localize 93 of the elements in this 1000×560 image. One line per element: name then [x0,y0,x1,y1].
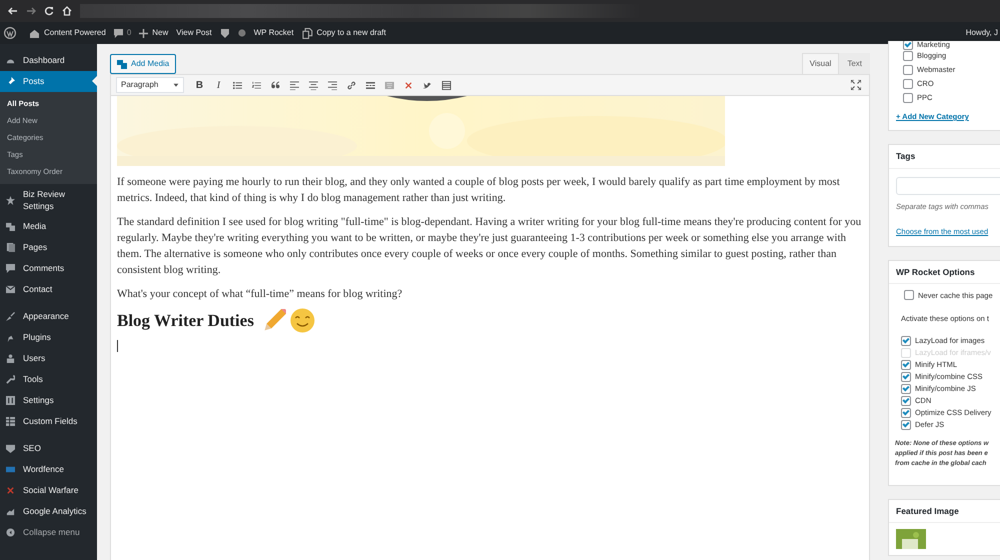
rocket-link[interactable]: WP Rocket [254,27,294,39]
fullscreen-icon[interactable] [851,80,861,90]
heading: Blog Writer Duties [117,310,254,332]
menu-item[interactable]: Comments [0,258,97,279]
home-icon[interactable] [62,6,72,16]
checkbox[interactable] [904,290,914,300]
forward-icon[interactable] [26,6,36,16]
panel-title: Tags [889,145,1000,169]
collapse-icon [6,528,15,537]
site-link[interactable]: Content Powered [44,27,106,39]
menu-item[interactable]: Custom Fields [0,411,97,432]
menu-item[interactable]: Posts [0,71,97,92]
checkbox[interactable] [903,65,913,75]
comment-count[interactable]: 0 [126,27,132,39]
copy-icon [302,28,313,38]
media-icon [117,59,127,69]
paragraph: The standard definition I see used for blog writing "full-time" is blog-dependant. Having a writer writing for your blog full-time means they're producing content for you regularly. Maybe they're writing everything you want to be written, or maybe they're just guaranteeing 1-3 contributions per week or something else you arrange with them. The alternative is someone who only contributes once every couple of weeks or once every couple of months. Something similar to guest posting, rather than consistent blog writing. [117,215,862,278]
bulleted-list-icon[interactable] [233,80,242,90]
align-left-icon[interactable] [290,80,299,90]
bold-button[interactable]: B [190,76,209,94]
menu-item[interactable]: Google Analytics [0,501,97,522]
checkbox[interactable] [901,372,911,382]
bird-icon[interactable] [423,80,432,90]
table-icon [6,417,15,426]
menu-item[interactable]: Contact [0,279,97,300]
menu-item[interactable]: SEO [0,438,97,459]
checkbox[interactable] [901,408,911,418]
checkbox[interactable] [903,41,913,50]
menu-item[interactable]: Settings [0,390,97,411]
checkbox[interactable] [901,420,911,430]
home-icon [30,28,39,38]
menu-item[interactable]: Users [0,348,97,369]
italic-button[interactable]: I [209,76,228,94]
new-link[interactable]: New [152,27,168,39]
pin-icon [6,77,15,86]
envelope-icon [6,285,15,294]
checkbox[interactable] [901,336,911,346]
menu-item[interactable]: Media [0,216,97,237]
checkbox[interactable] [903,93,913,103]
star-icon [6,196,15,204]
keyboard-icon[interactable] [385,80,394,90]
pages-icon [6,243,15,252]
checkbox[interactable] [901,384,911,394]
speech-bubble-icon [6,264,15,273]
menu-item[interactable]: Plugins [0,327,97,348]
caret-icon [173,82,179,88]
smiley-icon [290,308,315,334]
status-dot-icon [238,29,246,37]
align-right-icon[interactable] [328,80,337,90]
users-icon [6,354,15,363]
shield-icon[interactable] [220,28,230,38]
editor-tab[interactable]: Text [839,53,870,74]
shield-icon [6,444,15,453]
align-center-icon[interactable] [309,80,318,90]
media-icon [6,222,15,231]
table-icon[interactable] [442,80,451,90]
menu-item[interactable]: Social Warfare [0,480,97,501]
menu-item[interactable]: Dashboard [0,50,97,71]
bar-chart-icon [6,507,15,516]
menu-item[interactable]: Appearance [0,306,97,327]
panel-title: Featured Image [889,500,1000,524]
menu-item[interactable]: Tools [0,369,97,390]
format-dropdown[interactable]: Paragraph [116,77,184,93]
checkbox[interactable] [903,79,913,89]
wrench-icon [6,375,15,384]
wordpress-logo[interactable] [4,27,16,39]
reload-icon[interactable] [44,6,54,16]
numbered-list-icon[interactable] [252,80,261,90]
menu-item[interactable]: Biz Review Settings [0,184,97,216]
pencil-icon [262,308,286,333]
settings-icon [6,396,15,405]
editor-tab[interactable]: Visual [802,53,840,74]
back-icon[interactable] [8,6,18,16]
checkbox[interactable] [901,396,911,406]
greeting[interactable]: Howdy, J [966,27,998,39]
panel-title: WP Rocket Options [889,260,1000,284]
menu-item[interactable]: Wordfence [0,459,97,480]
paragraph: What's your concept of what “full-time” means for blog writing? [117,287,404,302]
menu-item[interactable]: Collapse menu [0,522,97,543]
add-media-button[interactable]: Add Media [110,54,176,74]
checkbox[interactable] [903,51,913,61]
plus-icon [139,28,148,38]
text-cursor [117,340,118,352]
speech-bubble-icon [114,28,123,38]
checkbox[interactable] [901,360,911,370]
menu-item[interactable]: Pages [0,237,97,258]
copy-draft-link[interactable]: Copy to a new draft [316,27,386,39]
quote-icon[interactable] [271,80,280,90]
brush-icon [6,312,15,321]
paragraph: If someone were paying me hourly to run their blog, and they only wanted a couple of blog posts per week, I would barely qualify as part time employment by most metrics. Indeed, that kind of thing is why I do blog management rather than just writing. [117,175,841,206]
tag-field[interactable] [896,177,1000,195]
view-post-link[interactable]: View Post [176,27,212,39]
read-more-icon[interactable] [366,80,375,90]
